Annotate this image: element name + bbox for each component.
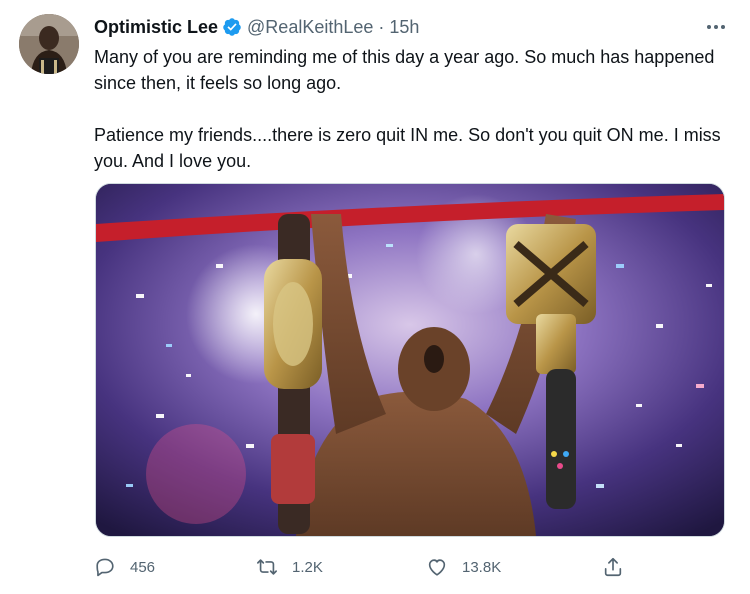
like-count: 13.8K [462, 558, 502, 576]
display-name[interactable]: Optimistic Lee [94, 17, 218, 38]
reply-button[interactable]: 456 [94, 553, 155, 581]
separator-dot: · [378, 16, 385, 37]
more-options-button[interactable] [702, 14, 730, 38]
retweet-icon [256, 556, 278, 578]
more-dots-icon [706, 17, 726, 35]
reply-icon [94, 556, 116, 578]
avatar[interactable] [19, 14, 79, 74]
tweet-paragraph: Patience my friends....there is zero qui… [94, 125, 721, 171]
retweet-count: 1.2K [292, 558, 323, 576]
user-handle[interactable]: @RealKeithLee [247, 17, 373, 38]
share-button[interactable] [602, 553, 624, 581]
share-icon [602, 556, 624, 578]
like-button[interactable]: 13.8K [426, 553, 501, 581]
tweet-photo[interactable] [95, 183, 725, 537]
tweet-timestamp[interactable]: 15h [389, 17, 419, 38]
heart-icon [426, 556, 448, 578]
verified-badge-icon [222, 17, 242, 37]
reply-count: 456 [130, 558, 156, 576]
tweet-header: Optimistic Lee @RealKeithLee · 15h [94, 16, 419, 38]
tweet-text: Many of you are reminding me of this day… [94, 44, 724, 174]
tweet-actions: 456 1.2K 13.8K [94, 553, 634, 581]
retweet-button[interactable]: 1.2K [256, 553, 323, 581]
tweet-card: Optimistic Lee @RealKeithLee · 15h Many … [0, 0, 750, 594]
tweet-paragraph: Many of you are reminding me of this day… [94, 47, 715, 93]
